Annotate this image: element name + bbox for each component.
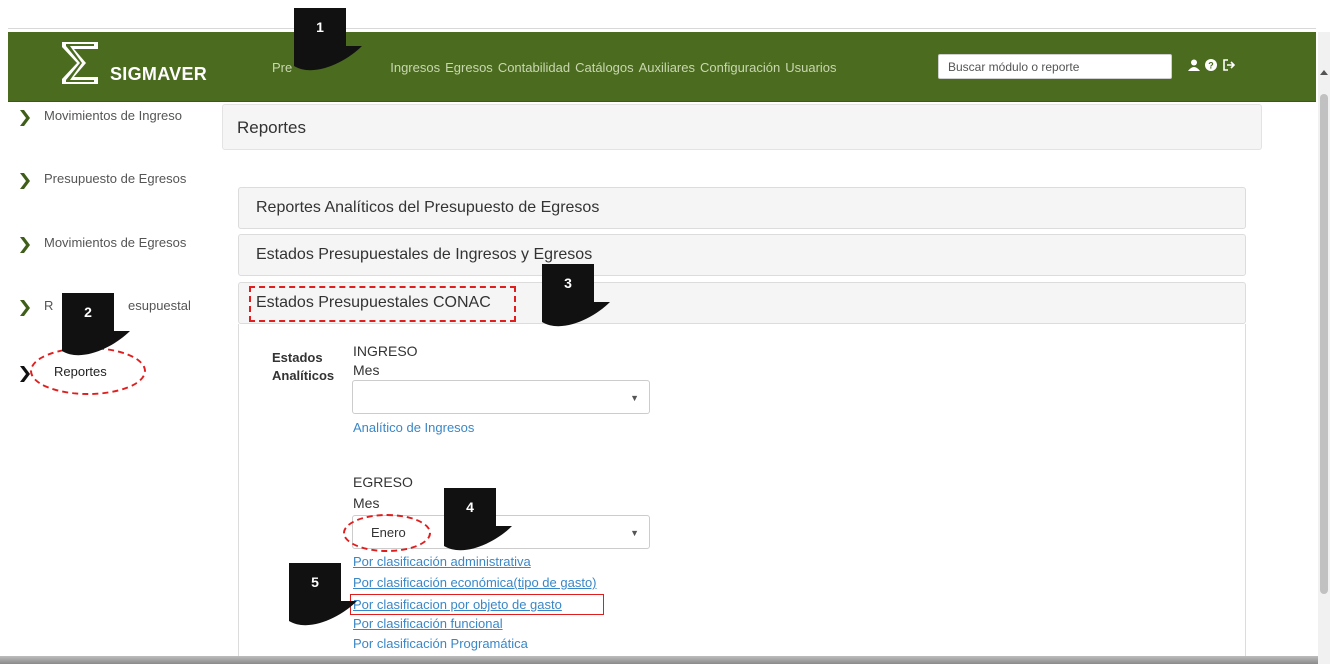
accordion-estados-ingresos-egresos[interactable]: Estados Presupuestales de Ingresos y Egr… (238, 234, 1246, 276)
annotation-box-objeto-gasto (350, 594, 604, 615)
ingreso-mes-label: Mes (353, 362, 380, 378)
sidebar-item-movimientos-egresos[interactable]: Movimientos de Egresos (20, 235, 186, 253)
caret-down-icon: ▼ (630, 393, 639, 403)
accordion-label: Estados Presupuestales de Ingresos y Egr… (256, 246, 593, 263)
callout-number: 5 (311, 574, 319, 590)
callout-badge-3: 3 (542, 264, 610, 327)
chevron-right-icon (20, 366, 30, 382)
scroll-up-icon[interactable] (1320, 70, 1328, 75)
menu-item-contabilidad[interactable]: Contabilidad (498, 60, 570, 75)
callout-number: 4 (466, 499, 474, 515)
page-scrollbar[interactable] (1318, 32, 1330, 664)
menu-item-configuracion[interactable]: Configuración (700, 60, 780, 75)
menu-item-ingresos[interactable]: Ingresos (390, 60, 440, 75)
callout-number: 2 (84, 304, 92, 320)
accordion-reportes-analiticos[interactable]: Reportes Analíticos del Presupuesto de E… (238, 187, 1246, 229)
ingreso-heading: INGRESO (353, 343, 418, 359)
navbar-icons: ? (1188, 59, 1236, 74)
sidebar-item-movimientos-ingreso[interactable]: Movimientos de Ingreso (20, 108, 182, 126)
link-clasificacion-economica[interactable]: Por clasificación económica(tipo de gast… (353, 575, 597, 590)
egreso-mes-label: Mes (353, 495, 380, 511)
caret-down-icon: ▼ (630, 528, 639, 538)
app-logo[interactable]: SIGMAVER (58, 38, 218, 96)
chevron-right-icon (20, 300, 30, 316)
group-label-analiticos: Analíticos (272, 368, 335, 383)
sidebar-item-presupuesto-egresos[interactable]: Presupuesto de Egresos (20, 171, 186, 189)
callout-badge-1: 1 (294, 8, 362, 71)
menu-item-auxiliares[interactable]: Auxiliares (639, 60, 695, 75)
logout-icon[interactable] (1222, 59, 1236, 74)
sidebar-item-label: Movimientos de Egresos (44, 235, 187, 250)
callout-badge-5: 5 (289, 563, 357, 626)
sidebar-item-label: Movimientos de Ingreso (44, 108, 183, 123)
sidebar-item-label-right: esupuestal (128, 298, 191, 313)
annotation-box-conac (249, 286, 516, 322)
user-icon[interactable] (1188, 59, 1200, 74)
chevron-right-icon (20, 173, 30, 189)
menu-item-catalogos[interactable]: Catálogos (575, 60, 634, 75)
link-clasificacion-administrativa[interactable]: Por clasificación administrativa (353, 554, 531, 569)
help-icon[interactable]: ? (1205, 59, 1217, 74)
menu-item-presupuesto[interactable]: Pre (272, 60, 292, 75)
sigma-logo-icon (62, 42, 98, 84)
group-label-estados: Estados (272, 350, 323, 365)
accordion-label: Reportes Analíticos del Presupuesto de E… (256, 199, 600, 216)
menu-item-usuarios[interactable]: Usuarios (785, 60, 836, 75)
callout-badge-4: 4 (444, 488, 512, 551)
search-input[interactable] (938, 54, 1172, 79)
sidebar-item-label-left: R (44, 298, 54, 313)
ingreso-mes-select[interactable]: ▼ (352, 380, 650, 414)
brand-name: SIGMAVER (110, 64, 208, 84)
sidebar-item-label: Presupuesto de Egresos (44, 171, 187, 186)
scrollbar-thumb[interactable] (1320, 94, 1328, 594)
callout-number: 1 (316, 19, 324, 35)
top-navbar: SIGMAVER Pre Ingresos Egresos Contabilid… (8, 32, 1316, 102)
page-title-panel: Reportes (222, 104, 1262, 150)
callout-badge-2: 2 (62, 293, 130, 356)
bottom-edge-shadow (0, 656, 1318, 664)
sidebar-item-reporte-presupuestal[interactable]: R (20, 298, 53, 316)
page-title: Reportes (237, 118, 306, 137)
chevron-right-icon (20, 110, 30, 126)
link-clasificacion-programatica[interactable]: Por clasificación Programática (353, 636, 528, 651)
svg-text:?: ? (1208, 61, 1214, 71)
egreso-heading: EGRESO (353, 474, 413, 490)
menu-item-egresos[interactable]: Egresos (445, 60, 493, 75)
top-divider (8, 28, 1316, 29)
chevron-right-icon (20, 237, 30, 253)
link-clasificacion-funcional[interactable]: Por clasificación funcional (353, 616, 503, 631)
callout-number: 3 (564, 275, 572, 291)
link-analitico-ingresos[interactable]: Analítico de Ingresos (353, 420, 474, 435)
annotation-ring-enero (343, 514, 431, 552)
